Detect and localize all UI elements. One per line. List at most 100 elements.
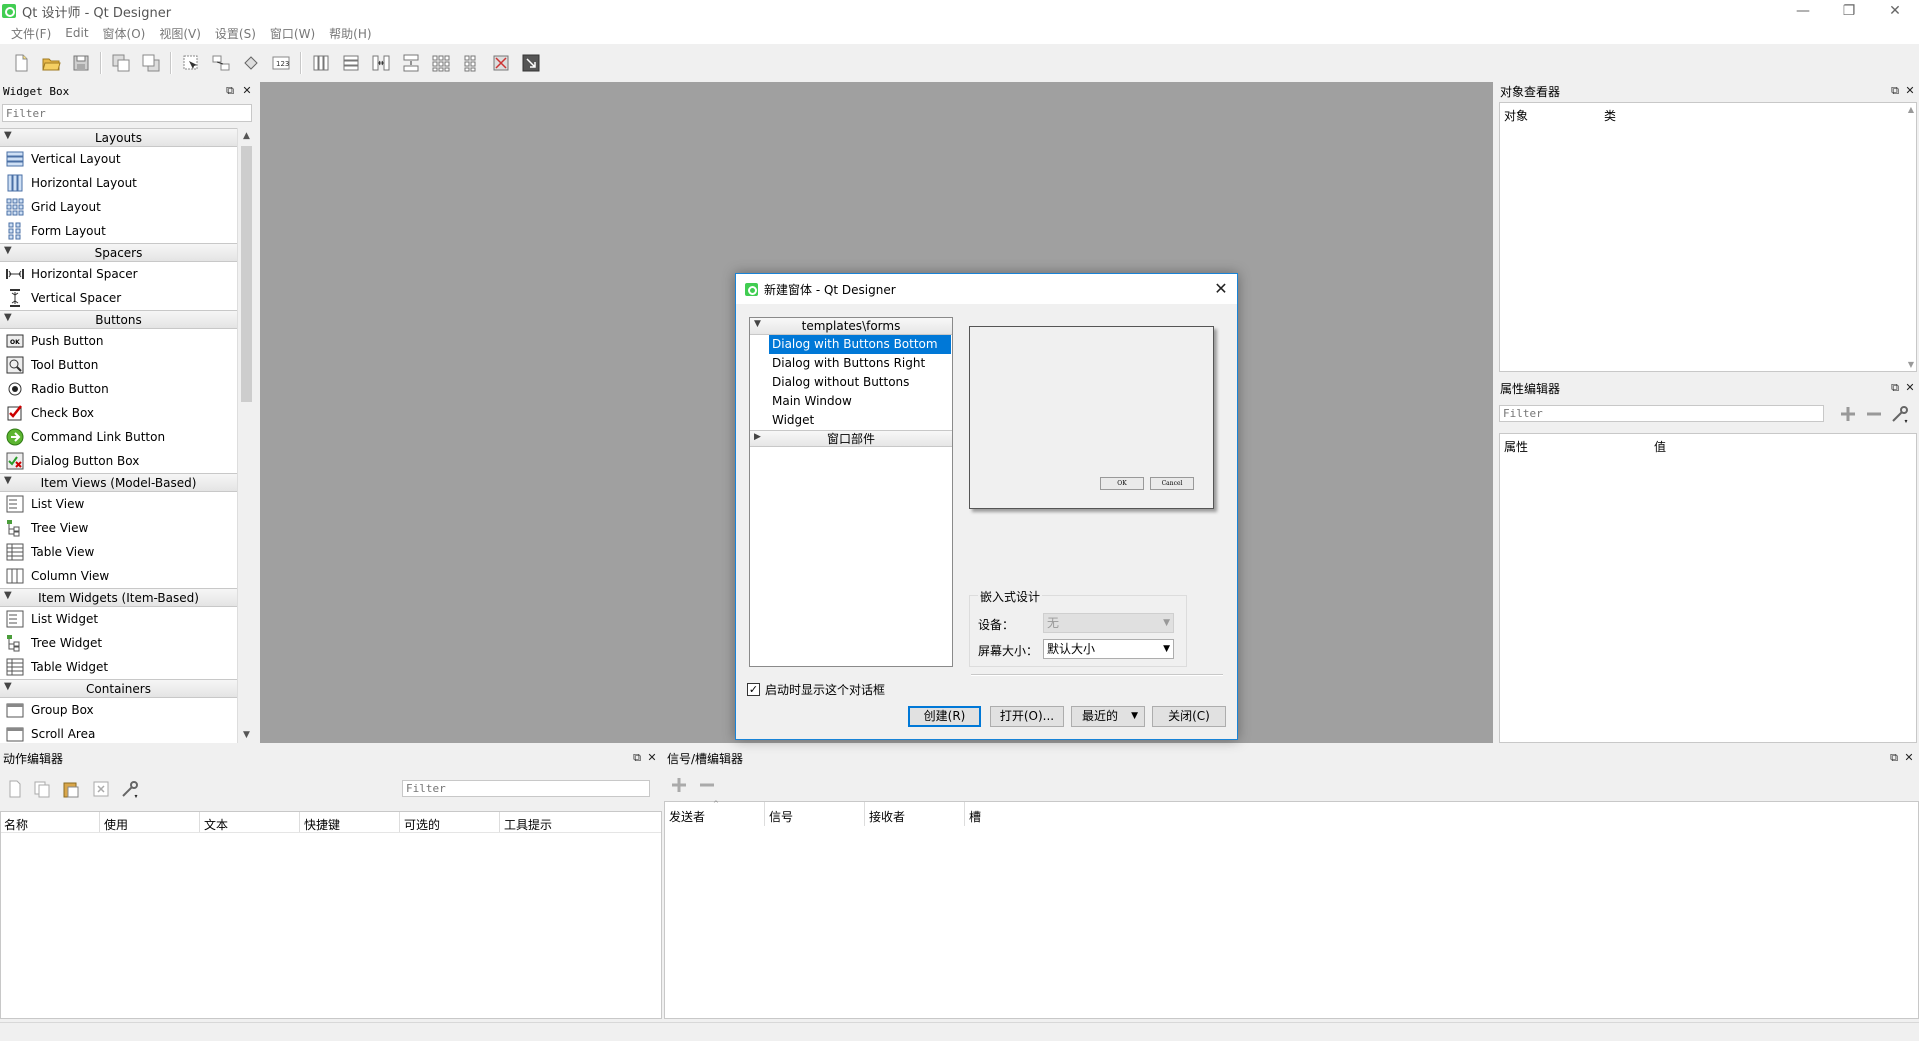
column-header-tooltip[interactable]: 工具提示 xyxy=(504,816,552,833)
column-header-used[interactable]: 使用 xyxy=(104,816,128,833)
category-layouts[interactable]: ▼ Layouts xyxy=(0,128,237,147)
template-dialog-without-buttons[interactable]: Dialog without Buttons xyxy=(750,373,952,392)
scrollbar-thumb[interactable] xyxy=(241,146,252,402)
minimize-button[interactable]: — xyxy=(1780,0,1826,22)
send-to-back-icon[interactable] xyxy=(108,50,134,76)
widget-table-view[interactable]: Table View xyxy=(0,540,237,564)
create-button[interactable]: 创建(R) xyxy=(908,706,981,727)
category-item-widgets[interactable]: ▼ Item Widgets (Item-Based) xyxy=(0,588,237,607)
open-folder-icon[interactable] xyxy=(38,50,64,76)
widget-tree-widget[interactable]: Tree Widget xyxy=(0,631,237,655)
menu-view[interactable]: 视图(V) xyxy=(152,25,208,42)
action-table[interactable]: 名称 使用 文本 快捷键 可选的 工具提示 xyxy=(0,811,662,1019)
layout-horizontally-icon[interactable] xyxy=(308,50,334,76)
configure-wrench-icon[interactable] xyxy=(119,778,141,800)
category-widgets[interactable]: ▶ 窗口部件 xyxy=(750,430,952,447)
object-tree[interactable]: 对象 类 ▲ ▼ xyxy=(1499,102,1917,372)
column-header-object[interactable]: 对象 xyxy=(1504,107,1528,124)
new-file-icon[interactable] xyxy=(8,50,34,76)
float-dock-icon[interactable]: ⧉ xyxy=(630,751,644,765)
widget-dialog-button-box[interactable]: Dialog Button Box xyxy=(0,449,237,473)
widget-radio-button[interactable]: Radio Button xyxy=(0,377,237,401)
edit-signals-slots-icon[interactable] xyxy=(208,50,234,76)
close-dock-icon[interactable]: ✕ xyxy=(240,84,254,98)
widget-table-widget[interactable]: Table Widget xyxy=(0,655,237,679)
category-containers[interactable]: ▼ Containers xyxy=(0,679,237,698)
screen-size-combo[interactable]: 默认大小 ▼ xyxy=(1043,639,1174,659)
add-connection-icon[interactable] xyxy=(668,774,690,796)
scroll-up-icon[interactable]: ▲ xyxy=(239,128,254,144)
action-filter-input[interactable] xyxy=(402,780,650,797)
edit-buddies-icon[interactable] xyxy=(238,50,264,76)
template-dialog-buttons-right[interactable]: Dialog with Buttons Right xyxy=(750,354,952,373)
column-header-receiver[interactable]: 接收者 xyxy=(869,808,905,825)
widget-tool-button[interactable]: Tool Button xyxy=(0,353,237,377)
delete-action-icon[interactable] xyxy=(90,778,112,800)
template-widget[interactable]: Widget xyxy=(750,411,952,430)
remove-connection-icon[interactable] xyxy=(696,774,718,796)
float-dock-icon[interactable]: ⧉ xyxy=(1888,381,1902,395)
widget-box-filter-input[interactable] xyxy=(2,104,252,122)
layout-grid-icon[interactable] xyxy=(428,50,454,76)
widget-scroll-area[interactable]: Scroll Area xyxy=(0,722,237,743)
column-header-shortcut[interactable]: 快捷键 xyxy=(304,816,340,833)
break-layout-icon[interactable] xyxy=(488,50,514,76)
category-buttons[interactable]: ▼ Buttons xyxy=(0,310,237,329)
widget-form-layout[interactable]: Form Layout xyxy=(0,219,237,243)
dialog-close-icon[interactable]: ✕ xyxy=(1211,279,1231,299)
column-header-class[interactable]: 类 xyxy=(1604,107,1616,124)
paste-action-icon[interactable] xyxy=(60,778,82,800)
save-icon[interactable] xyxy=(68,50,94,76)
remove-property-icon[interactable] xyxy=(1863,403,1885,425)
close-button[interactable]: 关闭(C) xyxy=(1152,706,1226,727)
widget-vertical-spacer[interactable]: Vertical Spacer xyxy=(0,286,237,310)
float-dock-icon[interactable]: ⧉ xyxy=(1888,84,1902,98)
scroll-down-icon[interactable]: ▼ xyxy=(1908,360,1914,369)
template-dialog-buttons-bottom[interactable]: Dialog with Buttons Bottom xyxy=(769,335,951,354)
close-dock-icon[interactable]: ✕ xyxy=(1902,751,1916,765)
layout-horizontal-splitter-icon[interactable] xyxy=(368,50,394,76)
layout-vertically-icon[interactable] xyxy=(338,50,364,76)
new-action-icon[interactable] xyxy=(4,778,26,800)
category-spacers[interactable]: ▼ Spacers xyxy=(0,243,237,262)
widget-horizontal-spacer[interactable]: Horizontal Spacer xyxy=(0,262,237,286)
menu-window[interactable]: 窗口(W) xyxy=(263,25,322,42)
recent-button[interactable]: 最近的 ▼ xyxy=(1071,706,1145,727)
scroll-up-icon[interactable]: ▲ xyxy=(1908,105,1914,114)
edit-widgets-icon[interactable] xyxy=(178,50,204,76)
bring-to-front-icon[interactable] xyxy=(138,50,164,76)
show-on-startup-checkbox[interactable]: ✓ xyxy=(747,683,760,696)
adjust-size-icon[interactable] xyxy=(518,50,544,76)
copy-action-icon[interactable] xyxy=(31,778,53,800)
widget-vertical-layout[interactable]: Vertical Layout xyxy=(0,147,237,171)
widget-command-link-button[interactable]: Command Link Button xyxy=(0,425,237,449)
category-item-views[interactable]: ▼ Item Views (Model-Based) xyxy=(0,473,237,492)
column-header-property[interactable]: 属性 xyxy=(1504,438,1528,455)
menu-settings[interactable]: 设置(S) xyxy=(208,25,263,42)
menu-file[interactable]: 文件(F) xyxy=(4,25,58,42)
column-header-value[interactable]: 值 xyxy=(1654,438,1666,455)
column-header-checkable[interactable]: 可选的 xyxy=(404,816,440,833)
template-main-window[interactable]: Main Window xyxy=(750,392,952,411)
connections-table[interactable]: 发送者 ^ 信号 接收者 槽 xyxy=(664,800,1919,1019)
widget-grid-layout[interactable]: Grid Layout xyxy=(0,195,237,219)
layout-form-icon[interactable] xyxy=(458,50,484,76)
column-header-slot[interactable]: 槽 xyxy=(969,808,981,825)
column-header-signal[interactable]: 信号 xyxy=(769,808,793,825)
widget-tree-view[interactable]: Tree View xyxy=(0,516,237,540)
close-dock-icon[interactable]: ✕ xyxy=(1903,84,1917,98)
close-dock-icon[interactable]: ✕ xyxy=(645,751,659,765)
add-property-icon[interactable] xyxy=(1837,403,1859,425)
property-table[interactable]: 属性 值 xyxy=(1499,433,1917,743)
layout-vertical-splitter-icon[interactable] xyxy=(398,50,424,76)
widget-horizontal-layout[interactable]: Horizontal Layout xyxy=(0,171,237,195)
column-header-text[interactable]: 文本 xyxy=(204,816,228,833)
widget-list-view[interactable]: List View xyxy=(0,492,237,516)
category-templates-forms[interactable]: ▼ templates\forms xyxy=(750,318,952,335)
property-filter-input[interactable] xyxy=(1499,405,1824,422)
scroll-down-icon[interactable]: ▼ xyxy=(239,727,254,743)
column-header-sender[interactable]: 发送者 xyxy=(669,808,705,825)
edit-tab-order-icon[interactable]: 123 xyxy=(268,50,294,76)
widget-list-widget[interactable]: List Widget xyxy=(0,607,237,631)
widget-group-box[interactable]: Group Box xyxy=(0,698,237,722)
